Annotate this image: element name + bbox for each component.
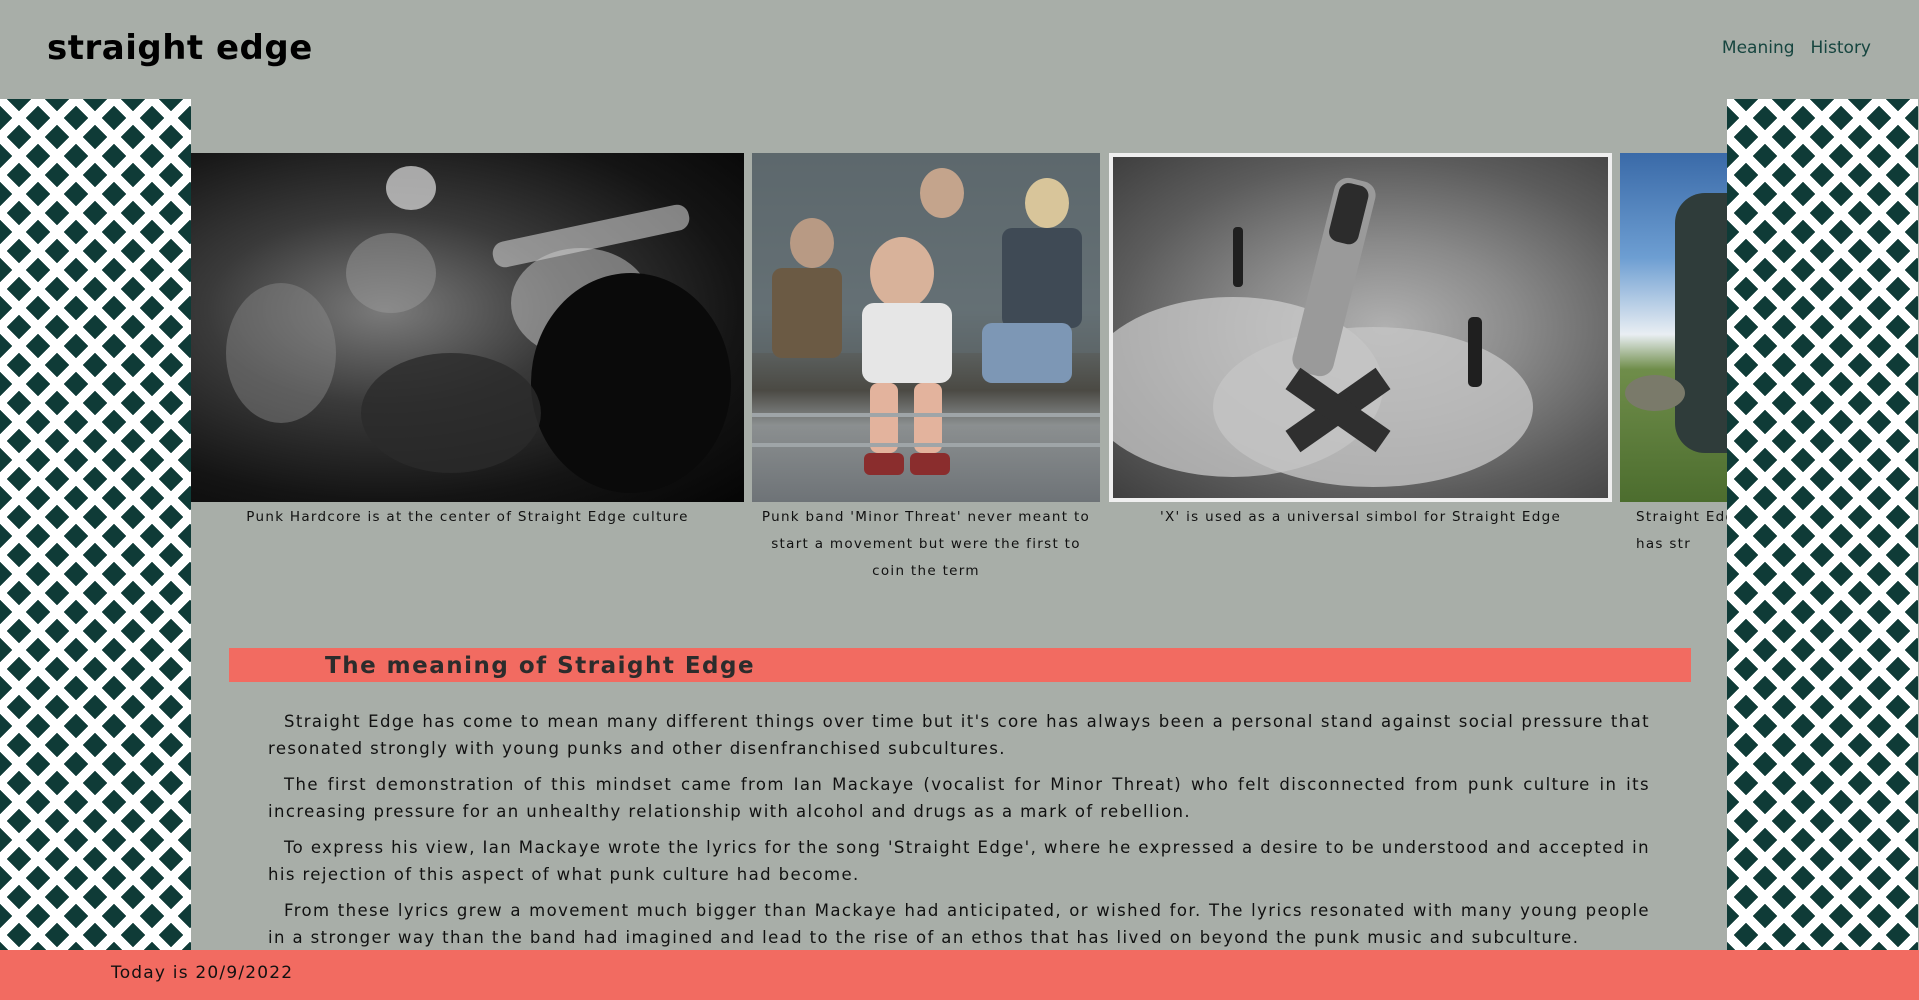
nav-link-history[interactable]: History (1811, 38, 1871, 58)
gallery-caption: 'X' is used as a universal simbol for St… (1159, 509, 1562, 525)
gallery-slide: Straight Edge is a movement that has str (1620, 153, 1727, 558)
gallery-caption: Straight Edge is a movement that has str (1636, 509, 1727, 552)
band-porch-illustration (752, 153, 1100, 475)
outdoor-person-photo (1620, 153, 1727, 502)
punk-crowd-photo (191, 153, 744, 502)
gallery-caption: Punk Hardcore is at the center of Straig… (246, 509, 689, 525)
footer-date: Today is 20/9/2022 (111, 963, 294, 983)
section-banner: The meaning of Straight Edge (229, 648, 1691, 682)
marker-illustration (1113, 177, 1533, 487)
site-title[interactable]: straight edge (47, 28, 313, 68)
article-paragraph: Straight Edge has come to mean many diff… (268, 712, 1650, 758)
nav-link-meaning[interactable]: Meaning (1722, 38, 1795, 58)
article-paragraph: From these lyrics grew a movement much b… (268, 901, 1650, 947)
gallery-caption: Punk band 'Minor Threat' never meant to … (761, 509, 1091, 579)
article-paragraph: To express his view, Ian Mackaye wrote t… (268, 838, 1650, 884)
outdoor-illustration (1625, 193, 1727, 453)
image-gallery: Punk Hardcore is at the center of Straig… (191, 153, 1727, 579)
main-content: Punk Hardcore is at the center of Straig… (191, 99, 1727, 950)
article-paragraph: The first demonstration of this mindset … (268, 775, 1650, 821)
punk-crowd-illustration (226, 166, 731, 493)
left-pattern-panel (0, 99, 191, 950)
minor-threat-band-photo (752, 153, 1100, 502)
article-body: Straight Edge has come to mean many diff… (268, 708, 1650, 950)
gallery-slide: Punk band 'Minor Threat' never meant to … (752, 153, 1100, 585)
site-footer: Today is 20/9/2022 (0, 950, 1919, 1000)
marker-x-hand-photo (1109, 153, 1612, 502)
right-pattern-panel (1727, 99, 1918, 950)
section-title: The meaning of Straight Edge (325, 653, 756, 679)
site-header: straight edge Meaning History (0, 0, 1919, 99)
gallery-slide: Punk Hardcore is at the center of Straig… (191, 153, 744, 531)
main-nav: Meaning History (1722, 38, 1871, 58)
gallery-slide: 'X' is used as a universal simbol for St… (1109, 153, 1612, 531)
